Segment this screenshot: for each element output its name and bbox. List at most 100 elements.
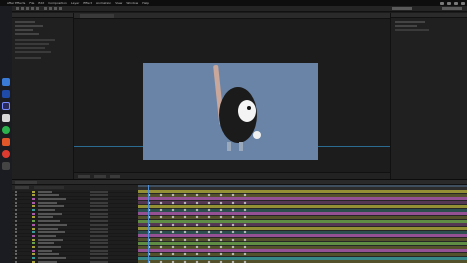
layer-name[interactable] — [38, 220, 60, 223]
parent-dropdown[interactable] — [90, 194, 108, 197]
layer-row[interactable] — [12, 238, 138, 242]
layer-color-swatch[interactable] — [32, 223, 35, 226]
layer-duration-bar[interactable] — [138, 215, 467, 219]
project-panel-header[interactable] — [12, 13, 73, 18]
layer-name[interactable] — [38, 246, 61, 248]
layer-name[interactable] — [38, 231, 65, 234]
list-item[interactable] — [15, 57, 41, 59]
visibility-eye-icon[interactable] — [15, 209, 17, 211]
layer-color-swatch[interactable] — [32, 197, 35, 200]
parent-dropdown[interactable] — [90, 257, 108, 260]
parent-dropdown[interactable] — [90, 260, 108, 263]
menu-help[interactable]: Help — [142, 1, 149, 5]
visibility-eye-icon[interactable] — [15, 246, 17, 248]
layer-row[interactable] — [12, 223, 138, 227]
info-panel-header[interactable] — [391, 13, 467, 18]
menu-composition[interactable]: Composition — [48, 1, 67, 5]
layer-row[interactable] — [12, 227, 138, 230]
app-icon-2[interactable] — [2, 162, 10, 170]
parent-dropdown[interactable] — [90, 234, 108, 237]
photoshop-icon[interactable] — [2, 90, 10, 98]
layer-duration-bar[interactable] — [138, 201, 467, 205]
status-icon[interactable] — [454, 1, 458, 5]
visibility-eye-icon[interactable] — [15, 190, 17, 193]
layer-search-field[interactable] — [34, 186, 64, 189]
visibility-eye-icon[interactable] — [15, 205, 17, 208]
layer-color-swatch[interactable] — [32, 238, 35, 241]
parent-dropdown[interactable] — [90, 242, 108, 245]
finder-icon[interactable] — [2, 78, 10, 86]
menu-layer[interactable]: Layer — [71, 1, 79, 5]
composition-tab[interactable] — [80, 14, 114, 18]
layer-duration-bar[interactable] — [138, 190, 467, 193]
layer-duration-bar[interactable] — [138, 249, 467, 253]
layer-color-swatch[interactable] — [32, 260, 35, 263]
visibility-eye-icon[interactable] — [15, 253, 17, 256]
menu-file[interactable]: File — [29, 1, 34, 5]
layer-row[interactable] — [12, 190, 138, 193]
parent-dropdown[interactable] — [90, 223, 108, 226]
layer-row[interactable] — [12, 220, 138, 223]
parent-dropdown[interactable] — [90, 205, 108, 208]
spotify-icon[interactable] — [2, 126, 10, 134]
app-icon[interactable] — [2, 114, 10, 122]
list-item[interactable] — [15, 33, 39, 35]
layer-duration-bar[interactable] — [138, 193, 467, 197]
status-icon[interactable] — [447, 1, 451, 5]
parent-dropdown[interactable] — [90, 246, 108, 248]
layer-name[interactable] — [38, 190, 52, 193]
rotate-tool-icon[interactable] — [31, 7, 34, 10]
layer-name[interactable] — [38, 249, 52, 252]
list-item[interactable] — [15, 43, 49, 45]
layer-row[interactable] — [12, 231, 138, 234]
list-item[interactable] — [15, 47, 45, 49]
layer-duration-bar[interactable] — [138, 234, 467, 238]
layer-color-swatch[interactable] — [32, 209, 35, 211]
illustrator-icon[interactable] — [2, 138, 10, 146]
visibility-eye-icon[interactable] — [15, 257, 17, 260]
visibility-eye-icon[interactable] — [15, 227, 17, 230]
timeline-comp-tab[interactable] — [15, 181, 37, 184]
layer-color-swatch[interactable] — [32, 201, 35, 204]
brush-tool-icon[interactable] — [54, 7, 57, 10]
timecode-field[interactable] — [94, 175, 106, 178]
layer-row[interactable] — [12, 242, 138, 245]
layer-color-swatch[interactable] — [32, 220, 35, 223]
layer-name[interactable] — [38, 194, 59, 197]
layer-row[interactable] — [12, 249, 138, 253]
list-item[interactable] — [15, 39, 55, 41]
visibility-eye-icon[interactable] — [15, 212, 17, 215]
visibility-eye-icon[interactable] — [15, 201, 17, 204]
layer-color-swatch[interactable] — [32, 205, 35, 208]
layer-duration-bar[interactable] — [138, 238, 467, 242]
layer-name[interactable] — [38, 257, 66, 260]
layer-name[interactable] — [38, 238, 63, 241]
selection-tool-icon[interactable] — [16, 7, 19, 10]
layer-duration-bar[interactable] — [138, 241, 467, 245]
visibility-eye-icon[interactable] — [15, 260, 17, 263]
work-area-bar[interactable] — [138, 185, 467, 187]
layer-color-swatch[interactable] — [32, 234, 35, 237]
layer-color-swatch[interactable] — [32, 242, 35, 245]
status-icon[interactable] — [461, 1, 465, 5]
layer-duration-bar[interactable] — [138, 256, 467, 260]
layer-row[interactable] — [12, 212, 138, 216]
layer-color-swatch[interactable] — [32, 216, 35, 219]
list-item[interactable] — [15, 29, 33, 31]
layer-duration-bar[interactable] — [138, 204, 467, 208]
visibility-eye-icon[interactable] — [15, 249, 17, 252]
layer-row[interactable] — [12, 201, 138, 205]
parent-dropdown[interactable] — [90, 231, 108, 234]
workspace-menu[interactable] — [392, 7, 412, 10]
layer-name[interactable] — [38, 234, 56, 237]
layer-name[interactable] — [38, 209, 55, 211]
zoom-tool-icon[interactable] — [26, 7, 29, 10]
parent-dropdown[interactable] — [90, 197, 108, 200]
menu-effect[interactable]: Effect — [83, 1, 92, 5]
layer-name[interactable] — [38, 197, 66, 200]
layer-row[interactable] — [12, 194, 138, 197]
after-effects-icon[interactable] — [2, 102, 10, 110]
menu-edit[interactable]: Edit — [38, 1, 44, 5]
visibility-eye-icon[interactable] — [15, 220, 17, 223]
layer-duration-bar[interactable] — [138, 252, 467, 256]
